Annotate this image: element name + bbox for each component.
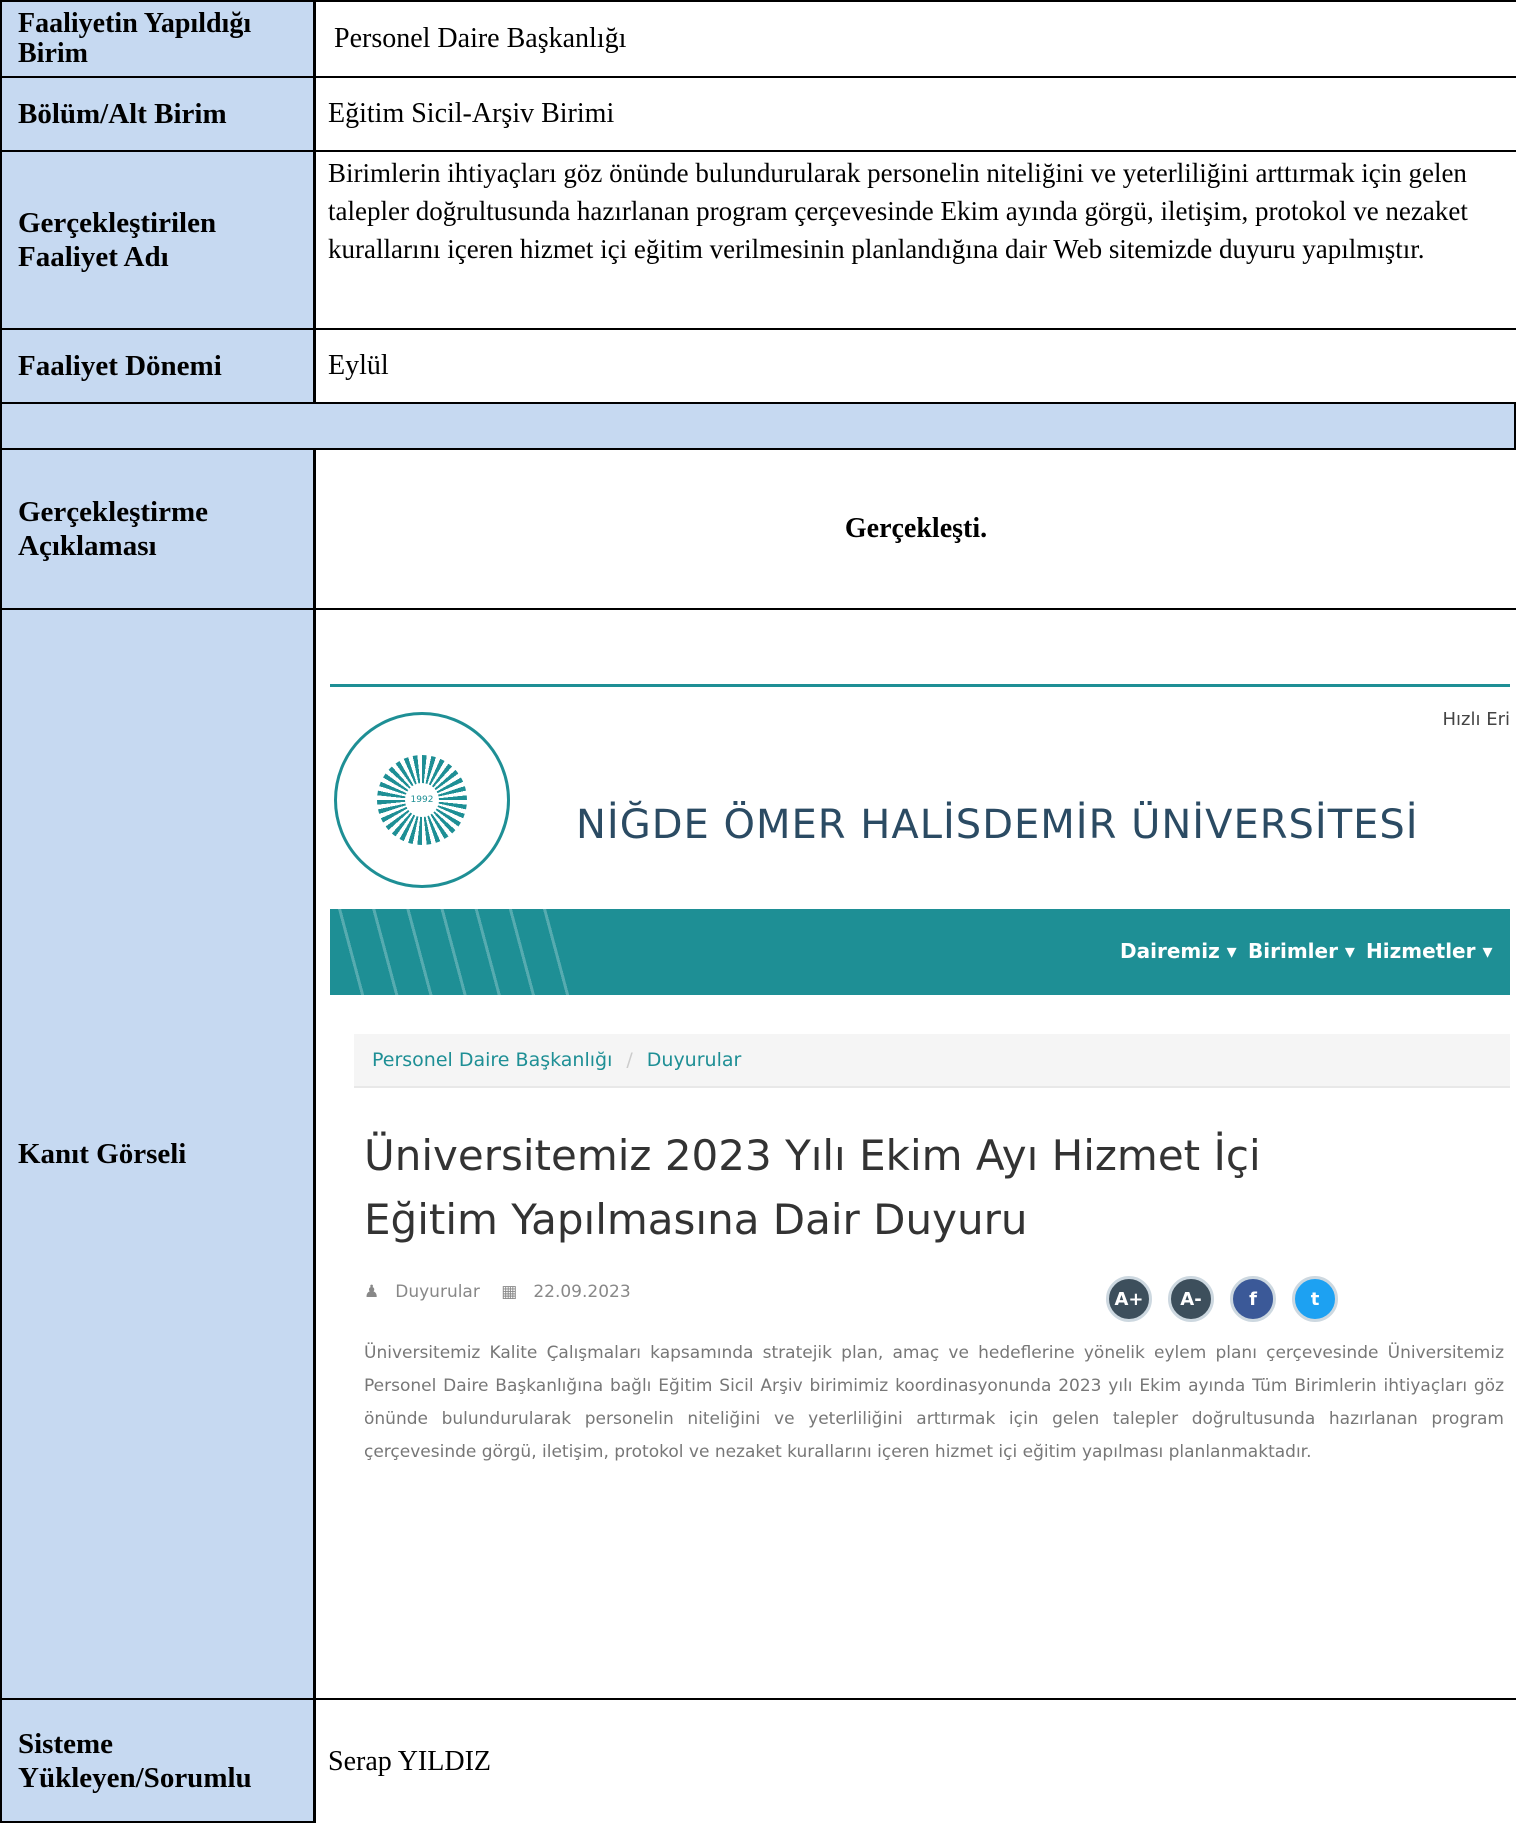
label-kanit: Kanıt Görseli bbox=[0, 608, 316, 1700]
facebook-icon[interactable]: f bbox=[1230, 1276, 1276, 1322]
announcement-title: Üniversitemiz 2023 Yılı Ekim Ayı Hizmet … bbox=[364, 1131, 1261, 1244]
value-faaliyet-adi: Birimlerin ihtiyaçları göz önünde bulund… bbox=[316, 150, 1516, 330]
value-aciklama: Gerçekleşti. bbox=[316, 448, 1516, 610]
post-meta: ♟ Duyurular ▦ 22.09.2023 bbox=[364, 1282, 647, 1302]
label-birim: Faaliyetin Yapıldığı Birim bbox=[0, 0, 316, 78]
row-spacer bbox=[0, 402, 1516, 450]
label-sorumlu: Sisteme Yükleyen/Sorumlu bbox=[0, 1698, 316, 1823]
row-birim: Faaliyetin Yapıldığı Birim Personel Dair… bbox=[0, 0, 1516, 78]
spacer-band bbox=[0, 402, 1516, 450]
label-aciklama: Gerçekleştirme Açıklaması bbox=[0, 448, 316, 610]
nav-item-hizmetler[interactable]: Hizmetler ▾ bbox=[1366, 939, 1492, 963]
value-birim: Personel Daire Başkanlığı bbox=[316, 0, 1516, 78]
university-name: NİĞDE ÖMER HALİSDEMİR ÜNİVERSİTESİ bbox=[576, 802, 1419, 848]
breadcrumb-item-home[interactable]: Personel Daire Başkanlığı bbox=[372, 1049, 612, 1071]
row-sorumlu: Sisteme Yükleyen/Sorumlu Serap YILDIZ bbox=[0, 1698, 1516, 1823]
university-logo[interactable]: 1992 bbox=[334, 712, 510, 888]
post-category[interactable]: Duyurular bbox=[395, 1282, 480, 1302]
breadcrumb-separator: / bbox=[626, 1049, 633, 1071]
label-faaliyet-adi: Gerçekleştirilen Faaliyet Adı bbox=[0, 150, 316, 330]
breadcrumb-item-duyurular[interactable]: Duyurular bbox=[647, 1049, 742, 1071]
twitter-icon[interactable]: t bbox=[1292, 1276, 1338, 1322]
font-decrease-button[interactable]: A- bbox=[1168, 1276, 1214, 1322]
nav-item-birimler[interactable]: Birimler ▾ bbox=[1248, 939, 1355, 963]
evidence-screenshot: Hızlı Eri Dairemiz ▾ Birimler ▾ Hizmetle… bbox=[330, 684, 1510, 1544]
row-donem: Faaliyet Dönemi Eylül bbox=[0, 328, 1516, 404]
main-nav-bar: Dairemiz ▾ Birimler ▾ Hizmetler ▾ bbox=[330, 909, 1510, 995]
user-icon: ♟ bbox=[364, 1282, 380, 1302]
label-donem: Faaliyet Dönemi bbox=[0, 328, 316, 404]
logo-year: 1992 bbox=[405, 783, 439, 817]
value-sorumlu: Serap YILDIZ bbox=[316, 1698, 1516, 1823]
label-alt-birim: Bölüm/Alt Birim bbox=[0, 76, 316, 152]
value-donem: Eylül bbox=[316, 328, 1516, 404]
row-alt-birim: Bölüm/Alt Birim Eğitim Sicil-Arşiv Birim… bbox=[0, 76, 1516, 152]
calendar-icon: ▦ bbox=[501, 1282, 518, 1302]
row-faaliyet-adi: Gerçekleştirilen Faaliyet Adı Birimlerin… bbox=[0, 150, 1516, 330]
font-increase-button[interactable]: A+ bbox=[1106, 1276, 1152, 1322]
announcement-body: Üniversitemiz Kalite Çalışmaları kapsamı… bbox=[364, 1343, 1504, 1462]
nav-item-dairemiz[interactable]: Dairemiz ▾ bbox=[1120, 939, 1237, 963]
nav-rays-decoration bbox=[330, 909, 570, 995]
value-alt-birim: Eğitim Sicil-Arşiv Birimi bbox=[316, 76, 1516, 152]
breadcrumb: Personel Daire Başkanlığı / Duyurular bbox=[354, 1034, 1510, 1088]
row-aciklama: Gerçekleştirme Açıklaması Gerçekleşti. bbox=[0, 448, 1516, 610]
social-buttons: A+ A- f t bbox=[1106, 1276, 1338, 1322]
post-date: 22.09.2023 bbox=[533, 1282, 631, 1302]
quick-access-link[interactable]: Hızlı Eri bbox=[1443, 709, 1510, 730]
